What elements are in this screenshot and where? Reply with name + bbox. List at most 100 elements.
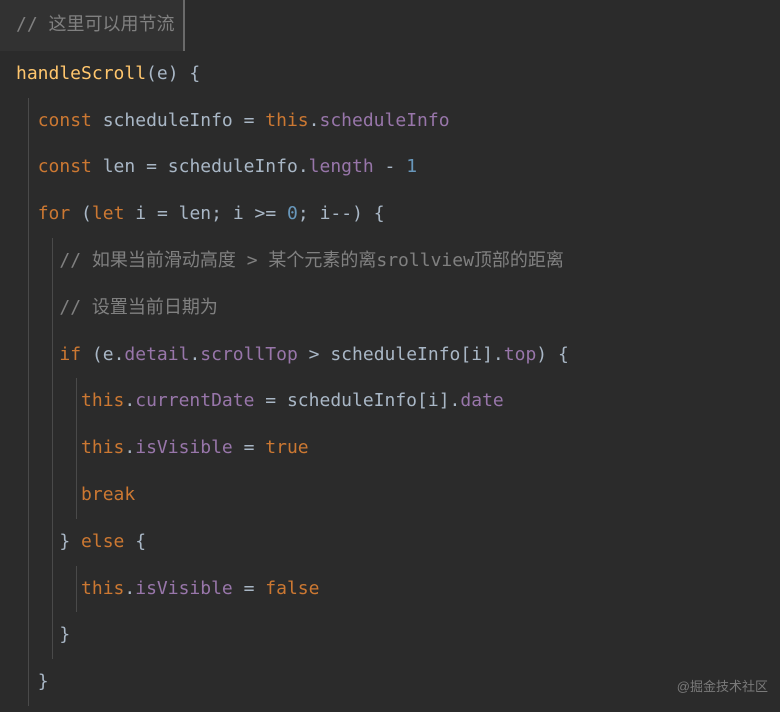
token-punct: .	[309, 110, 320, 131]
code-line: // 设置当前日期为	[0, 285, 780, 332]
code-line-content: const len = scheduleInfo.length - 1	[16, 156, 417, 177]
code-line: // 如果当前滑动高度 > 某个元素的离srollview顶部的距离	[0, 238, 780, 285]
token-punct: .	[124, 437, 135, 458]
token-op: --	[330, 203, 352, 224]
token-method: handleScroll	[16, 63, 146, 84]
token-var: i	[471, 344, 482, 365]
token-keyword: const	[38, 156, 103, 177]
code-line-content: // 如果当前滑动高度 > 某个元素的离srollview顶部的距离	[16, 250, 564, 271]
token-op: =	[265, 390, 287, 411]
token-var: i	[428, 390, 439, 411]
token-op: =	[157, 203, 179, 224]
code-line: // 这里可以用节流	[0, 0, 780, 51]
code-line: }	[0, 659, 780, 706]
token-comment: // 设置当前日期为	[59, 297, 218, 318]
code-line-content: for (let i = len; i >= 0; i--) {	[16, 203, 385, 224]
token-punct: ) {	[352, 203, 385, 224]
token-punct: .	[124, 390, 135, 411]
code-container: // 这里可以用节流handleScroll(e) { const schedu…	[0, 0, 780, 706]
token-punct: ;	[211, 203, 233, 224]
watermark: @掘金技术社区	[677, 670, 768, 704]
token-var: len	[179, 203, 212, 224]
token-punct: .	[114, 344, 125, 365]
token-keyword: if	[59, 344, 92, 365]
code-line-content: // 设置当前日期为	[16, 297, 218, 318]
token-punct: ]	[482, 344, 493, 365]
token-keyword: else	[81, 531, 135, 552]
token-var: scheduleInfo	[103, 110, 244, 131]
code-line-content: if (e.detail.scrollTop > scheduleInfo[i]…	[16, 344, 569, 365]
code-line-content: this.isVisible = false	[16, 578, 319, 599]
token-punct: ) {	[536, 344, 569, 365]
token-punct: (	[92, 344, 103, 365]
token-comment: // 这里可以用节流	[16, 14, 175, 35]
token-bool: true	[265, 437, 308, 458]
token-punct: .	[493, 344, 504, 365]
token-op: =	[244, 437, 266, 458]
token-punct: {	[135, 531, 146, 552]
token-prop: length	[309, 156, 385, 177]
token-prop: date	[460, 390, 503, 411]
token-keyword: for	[38, 203, 81, 224]
token-punct: (	[81, 203, 92, 224]
token-this: this	[265, 110, 308, 131]
token-var: scheduleInfo	[287, 390, 417, 411]
token-var: i	[320, 203, 331, 224]
token-prop: scrollTop	[200, 344, 308, 365]
token-op: -	[385, 156, 407, 177]
token-punct: [	[417, 390, 428, 411]
code-line: const scheduleInfo = this.scheduleInfo	[0, 98, 780, 145]
token-punct: .	[450, 390, 461, 411]
token-punct: .	[124, 578, 135, 599]
token-prop: isVisible	[135, 578, 243, 599]
token-num: 1	[406, 156, 417, 177]
token-op: >=	[255, 203, 288, 224]
token-punct: }	[38, 671, 49, 692]
token-this: this	[81, 437, 124, 458]
code-line-content: this.currentDate = scheduleInfo[i].date	[16, 390, 504, 411]
token-keyword: let	[92, 203, 135, 224]
token-param: e	[157, 63, 168, 84]
code-line-content: handleScroll(e) {	[16, 63, 200, 84]
token-punct: [	[460, 344, 471, 365]
code-line: }	[0, 612, 780, 659]
code-line: } else {	[0, 519, 780, 566]
token-punct: .	[298, 156, 309, 177]
token-punct: }	[59, 531, 81, 552]
code-line: for (let i = len; i >= 0; i--) {	[0, 191, 780, 238]
token-num: 0	[287, 203, 298, 224]
code-line: this.isVisible = true	[0, 425, 780, 472]
token-keyword: const	[38, 110, 103, 131]
token-prop: scheduleInfo	[320, 110, 450, 131]
code-line-content: // 这里可以用节流	[16, 14, 175, 35]
token-punct: (	[146, 63, 157, 84]
token-prop: isVisible	[135, 437, 243, 458]
token-op: =	[146, 156, 168, 177]
code-editor: // 这里可以用节流handleScroll(e) { const schedu…	[0, 0, 780, 706]
token-prop: currentDate	[135, 390, 265, 411]
token-var: e	[103, 344, 114, 365]
code-line: const len = scheduleInfo.length - 1	[0, 144, 780, 191]
token-punct: .	[189, 344, 200, 365]
code-line-content: this.isVisible = true	[16, 437, 309, 458]
token-keyword: break	[81, 484, 135, 505]
token-this: this	[81, 578, 124, 599]
highlighted-line: // 这里可以用节流	[0, 0, 185, 51]
code-line: handleScroll(e) {	[0, 51, 780, 98]
token-op: =	[244, 578, 266, 599]
code-line-content: const scheduleInfo = this.scheduleInfo	[16, 110, 450, 131]
code-line: if (e.detail.scrollTop > scheduleInfo[i]…	[0, 332, 780, 379]
token-punct: }	[59, 624, 70, 645]
code-line-content: } else {	[16, 531, 146, 552]
token-this: this	[81, 390, 124, 411]
token-var: i	[233, 203, 255, 224]
token-bool: false	[265, 578, 319, 599]
token-punct: ]	[439, 390, 450, 411]
token-comment: // 如果当前滑动高度 > 某个元素的离srollview顶部的距离	[59, 250, 564, 271]
code-line: this.currentDate = scheduleInfo[i].date	[0, 378, 780, 425]
code-line: this.isVisible = false	[0, 566, 780, 613]
token-op: =	[244, 110, 266, 131]
token-prop: top	[504, 344, 537, 365]
token-punct: ;	[298, 203, 320, 224]
token-var: i	[135, 203, 157, 224]
